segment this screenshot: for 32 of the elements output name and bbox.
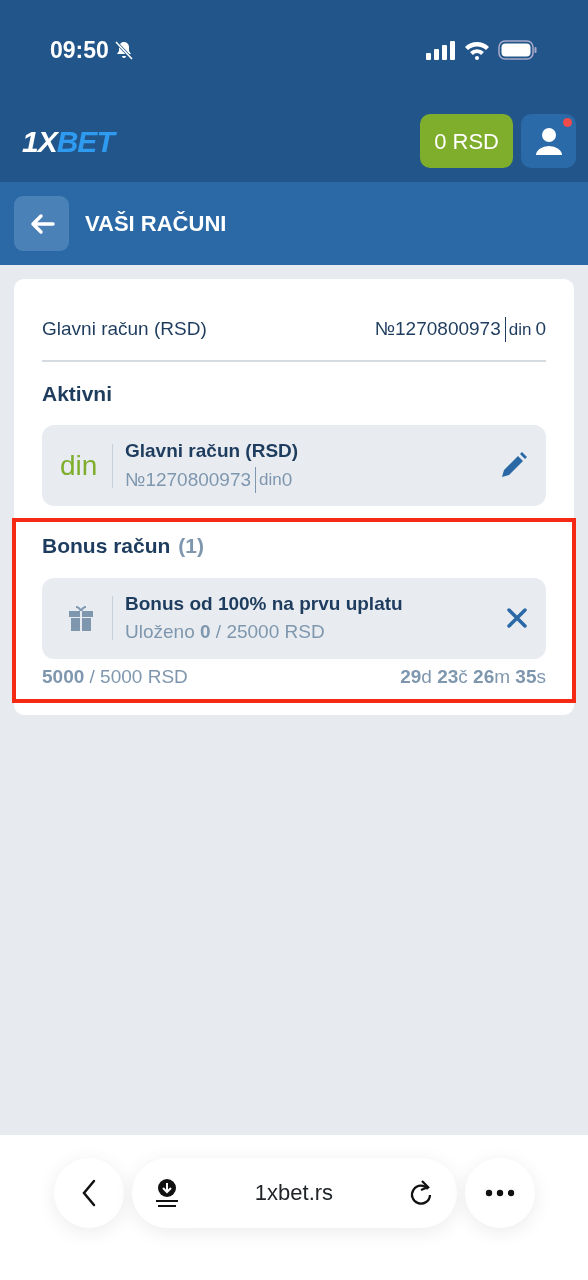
gift-icon (67, 604, 95, 632)
section-title: Aktivni (42, 380, 113, 407)
account-balance: 0 (535, 317, 546, 341)
account-item[interactable]: din Glavni račun (RSD) №1270800973 din0 (42, 425, 546, 506)
account-number: №1270800973 (125, 467, 252, 492)
battery-icon (498, 40, 538, 60)
wifi-icon (464, 40, 490, 60)
profile-button[interactable] (521, 114, 576, 168)
account-number: №1270800973 (374, 317, 501, 341)
bonus-item[interactable]: Bonus od 100% na prvu uplatu Uloženo 0 / 25000 RSD (42, 577, 546, 659)
user-icon (533, 126, 564, 156)
deposit-progress: Uloženo 0 / 25000 RSD (125, 620, 326, 644)
account-balance: 0 (281, 467, 293, 492)
wager-progress: 5000 / 5000 RSD (42, 664, 188, 689)
bonus-name: Bonus od 100% na prvu uplatu (125, 591, 404, 616)
bonus-count: (1) (178, 533, 205, 559)
countdown-timer: 29d 23č 26m 35s (400, 664, 546, 689)
download-icon[interactable] (153, 1177, 180, 1208)
close-icon[interactable] (506, 607, 528, 629)
chevron-left-icon (80, 1178, 97, 1207)
page-title: VAŠI RAČUNI (85, 210, 227, 238)
account-label: Glavni račun (RSD) (42, 317, 207, 341)
account-name: Glavni račun (RSD) (125, 439, 300, 463)
section-title: Bonus račun (42, 533, 171, 559)
back-button[interactable] (14, 196, 69, 251)
url-text: 1xbet.rs (254, 1179, 334, 1207)
more-icon (484, 1188, 515, 1197)
address-bar[interactable]: 1xbet.rs (131, 1157, 457, 1228)
currency-logo: din (60, 448, 99, 483)
back-arrow-icon (28, 212, 55, 235)
status-time: 09:50 (50, 35, 109, 65)
signal-icon (426, 40, 456, 60)
